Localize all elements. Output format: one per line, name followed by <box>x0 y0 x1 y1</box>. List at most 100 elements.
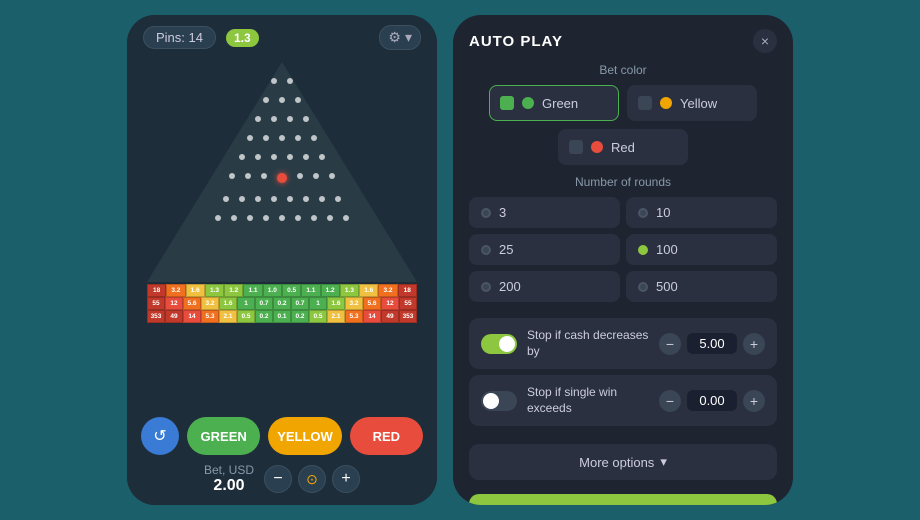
color-option-green[interactable]: ✓ Green <box>489 85 619 121</box>
color-option-yellow[interactable]: Yellow <box>627 85 757 121</box>
settings-button[interactable]: ⚙ ▾ <box>379 25 421 50</box>
round-option-25[interactable]: 25 <box>469 234 620 265</box>
dot <box>303 154 309 160</box>
score-cell: 18 <box>147 284 166 297</box>
round-dot <box>638 245 648 255</box>
dot <box>263 135 269 141</box>
stop-cash-row: Stop if cash decreases by − 5.00 + <box>469 318 777 369</box>
stop-section: Stop if cash decreases by − 5.00 + Stop … <box>453 312 793 438</box>
score-cell: 0.2 <box>291 310 309 323</box>
dot <box>319 154 325 160</box>
bet-coin-button[interactable]: ⊙ <box>298 465 326 493</box>
color-buttons: ↺ GREEN YELLOW RED <box>141 417 423 455</box>
bet-increase-button[interactable]: + <box>332 465 360 493</box>
round-label: 3 <box>499 205 506 220</box>
bottom-controls: ↺ GREEN YELLOW RED Bet, USD 2.00 − ⊙ + <box>127 409 437 505</box>
ball <box>277 173 287 183</box>
red-button[interactable]: RED <box>350 417 423 455</box>
dot <box>239 154 245 160</box>
dot <box>263 215 269 221</box>
dot <box>271 116 277 122</box>
dot <box>303 196 309 202</box>
stop-cash-decrease[interactable]: − <box>659 333 681 355</box>
main-container: Pins: 14 1.3 ⚙ ▾ <box>0 0 920 520</box>
score-cell: 1.6 <box>327 297 345 310</box>
round-option-500[interactable]: 500 <box>626 271 777 302</box>
score-row-2: 55 12 5.6 3.2 1.6 1 0.7 0.2 0.7 1 1.6 3.… <box>147 297 417 310</box>
score-cell: 1.0 <box>263 284 282 297</box>
stop-cash-toggle[interactable] <box>481 334 517 354</box>
score-cell: 55 <box>399 297 417 310</box>
yellow-label: Yellow <box>680 96 717 111</box>
round-option-100[interactable]: 100 <box>626 234 777 265</box>
score-cell: 1.6 <box>219 297 237 310</box>
color-option-red[interactable]: Red <box>558 129 688 165</box>
score-cell: 1.1 <box>243 284 262 297</box>
auto-play-title: AUTO PLAY <box>469 33 563 50</box>
dot <box>279 135 285 141</box>
dot-row-1 <box>271 78 293 84</box>
dot <box>287 78 293 84</box>
score-cell: 1 <box>309 297 327 310</box>
pins-value: 14 <box>189 30 203 45</box>
dot <box>261 173 267 179</box>
score-cell: 18 <box>398 284 417 297</box>
close-button[interactable]: × <box>753 29 777 53</box>
rounds-section: Number of rounds 3 10 25 100 <box>453 175 793 312</box>
stop-win-decrease[interactable]: − <box>659 390 681 412</box>
round-dot <box>481 245 491 255</box>
stop-cash-increase[interactable]: + <box>743 333 765 355</box>
dot-row-5 <box>239 154 325 160</box>
dot <box>327 215 333 221</box>
score-cell: 1.3 <box>205 284 224 297</box>
settings-icon: ⚙ <box>388 29 401 46</box>
dot <box>215 215 221 221</box>
green-dot <box>522 97 534 109</box>
round-option-3[interactable]: 3 <box>469 197 620 228</box>
bet-controls: − ⊙ + <box>264 465 360 493</box>
phone-right: AUTO PLAY × Bet color ✓ Green Yellow <box>453 15 793 505</box>
chevron-icon: ▾ <box>405 29 412 46</box>
green-button[interactable]: GREEN <box>187 417 260 455</box>
stop-cash-text: Stop if cash decreases by <box>527 328 649 359</box>
round-label: 500 <box>656 279 678 294</box>
stop-win-increase[interactable]: + <box>743 390 765 412</box>
yellow-button[interactable]: YELLOW <box>268 417 341 455</box>
stop-win-toggle[interactable] <box>481 391 517 411</box>
stop-win-value: 0.00 <box>687 390 737 411</box>
dot <box>255 116 261 122</box>
bet-decrease-button[interactable]: − <box>264 465 292 493</box>
round-dot <box>638 282 648 292</box>
rounds-label: Number of rounds <box>469 175 777 189</box>
dot <box>335 196 341 202</box>
dot <box>287 154 293 160</box>
round-label: 200 <box>499 279 521 294</box>
score-cell: 0.7 <box>255 297 273 310</box>
plinko-board <box>147 62 417 282</box>
round-option-200[interactable]: 200 <box>469 271 620 302</box>
score-cell: 1.1 <box>301 284 320 297</box>
dot-row-3 <box>255 116 309 122</box>
start-auto-button[interactable]: START AUTO <box>469 494 777 505</box>
refresh-button[interactable]: ↺ <box>141 417 179 455</box>
toggle-knob <box>499 336 515 352</box>
score-cell: 353 <box>147 310 165 323</box>
dot-row-8 <box>215 215 349 221</box>
more-options-label: More options <box>579 455 654 470</box>
stop-win-text: Stop if single win exceeds <box>527 385 649 416</box>
score-cell: 1.2 <box>224 284 243 297</box>
score-cell: 0.7 <box>291 297 309 310</box>
round-option-10[interactable]: 10 <box>626 197 777 228</box>
dot-row-2 <box>263 97 301 103</box>
dot <box>311 215 317 221</box>
round-dot <box>481 208 491 218</box>
score-cell: 12 <box>381 297 399 310</box>
score-cell: 0.2 <box>255 310 273 323</box>
score-cell: 49 <box>165 310 183 323</box>
phone-left: Pins: 14 1.3 ⚙ ▾ <box>127 15 437 505</box>
bet-amount: 2.00 <box>204 477 254 495</box>
dot <box>247 215 253 221</box>
score-cell: 5.6 <box>183 297 201 310</box>
more-options-button[interactable]: More options ▾ <box>469 444 777 480</box>
dot <box>287 116 293 122</box>
